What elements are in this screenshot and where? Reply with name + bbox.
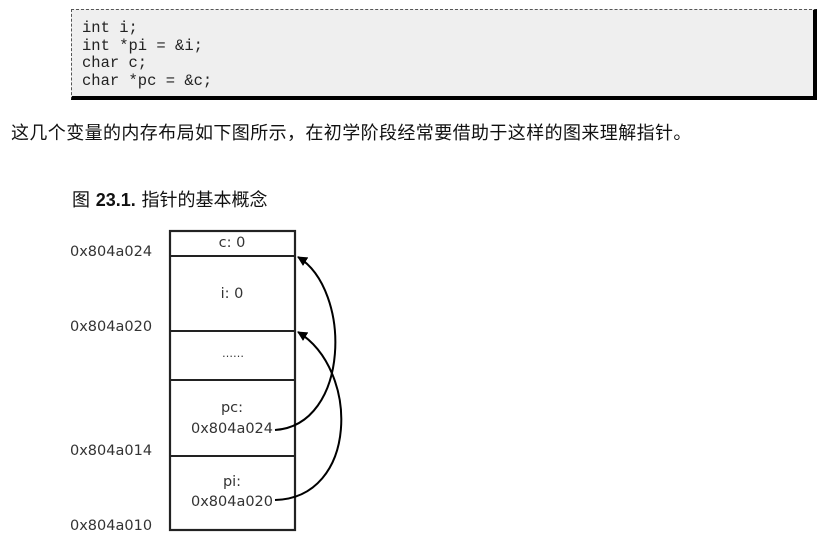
cell-pc-value: 0x804a024: [191, 421, 273, 437]
cell-pi-name: pi:: [223, 474, 241, 490]
address-label: 0x804a020: [70, 319, 152, 335]
cell-gap: ……: [222, 347, 244, 360]
cell-pc-name: pc:: [221, 400, 243, 416]
address-label: 0x804a010: [70, 518, 152, 534]
cell-i: i: 0: [221, 286, 244, 302]
address-label: 0x804a024: [70, 244, 152, 260]
address-label: 0x804a014: [70, 443, 152, 459]
cell-c: c: 0: [219, 235, 246, 251]
memory-layout-diagram: 0x804a024 0x804a020 0x804a014 0x804a010 …: [70, 229, 343, 534]
cell-pi-value: 0x804a020: [191, 494, 273, 510]
